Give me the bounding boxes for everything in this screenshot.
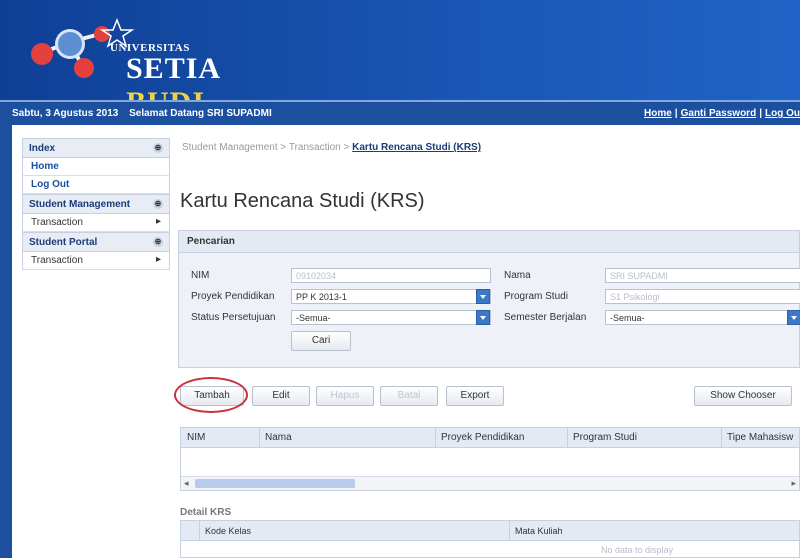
column-divider <box>567 428 568 448</box>
sidebar-section-title: Index <box>29 143 56 154</box>
chevron-right-icon: ▸ <box>155 216 161 227</box>
semester-label: Semester Berjalan <box>504 312 587 323</box>
breadcrumb-separator: > <box>343 142 350 153</box>
sidebar-item-home[interactable]: Home <box>22 158 170 176</box>
logout-link[interactable]: Log Ou <box>765 108 800 119</box>
column-header-proyek[interactable]: Proyek Pendidikan <box>441 432 524 443</box>
table-header: NIM Nama Proyek Pendidikan Program Studi… <box>181 428 799 448</box>
column-header-tipe[interactable]: Tipe Mahasisw <box>727 432 793 443</box>
dropdown-arrow-icon[interactable] <box>787 310 800 325</box>
app-header: UNIVERSITAS SETIA BUDI <box>0 0 800 119</box>
logo-brand-setia: SETIA <box>126 52 220 85</box>
sidebar-section-title: Student Portal <box>29 237 98 248</box>
breadcrumb-transaction[interactable]: Transaction <box>289 142 341 153</box>
proyek-label: Proyek Pendidikan <box>191 291 275 302</box>
column-header-program[interactable]: Program Studi <box>573 432 637 443</box>
sidebar-item-label: Transaction <box>31 217 83 228</box>
empty-message: No data to display <box>601 545 674 555</box>
program-label: Program Studi <box>504 291 568 302</box>
breadcrumb-student-management[interactable]: Student Management <box>182 142 278 153</box>
program-select[interactable]: S1 Psikologi <box>605 289 800 304</box>
column-divider <box>199 521 200 541</box>
detail-krs-title: Detail KRS <box>180 507 232 518</box>
sidebar-item-label: Transaction <box>31 255 83 266</box>
search-panel: Pencarian NIM 09102034 Nama SRI SUPADMI … <box>178 230 800 368</box>
column-header-nim[interactable]: NIM <box>187 432 205 443</box>
sidebar-item-logout[interactable]: Log Out <box>22 176 170 194</box>
sidebar-section-title: Student Management <box>29 199 131 210</box>
collapse-icon[interactable]: ⊕ <box>153 237 163 247</box>
university-logo[interactable]: UNIVERSITAS SETIA BUDI <box>22 14 282 119</box>
detail-krs-table: Kode Kelas Mata Kuliah No data to displa… <box>180 520 800 558</box>
edit-button[interactable]: Edit <box>252 386 310 406</box>
nama-field[interactable]: SRI SUPADMI <box>605 268 800 283</box>
detail-table-header: Kode Kelas Mata Kuliah <box>181 521 799 541</box>
breadcrumb-current[interactable]: Kartu Rencana Studi (KRS) <box>352 142 481 153</box>
sidebar: Index ⊕ Home Log Out Student Management … <box>22 138 170 270</box>
top-info-bar: Sabtu, 3 Agustus 2013 Selamat Datang SRI… <box>0 100 800 125</box>
delete-button[interactable]: Hapus <box>316 386 374 406</box>
dropdown-arrow-icon[interactable] <box>476 310 490 325</box>
scroll-thumb[interactable] <box>195 479 355 488</box>
cancel-button[interactable]: Batal <box>380 386 438 406</box>
left-border <box>0 125 12 558</box>
collapse-icon[interactable]: ⊕ <box>153 199 163 209</box>
export-button[interactable]: Export <box>446 386 504 406</box>
highlight-circle <box>174 377 248 413</box>
proyek-select[interactable]: PP K 2013-1 <box>291 289 491 304</box>
sidebar-section-student-portal[interactable]: Student Portal ⊕ <box>22 232 170 252</box>
dropdown-arrow-icon[interactable] <box>476 289 490 304</box>
status-select[interactable]: -Semua- <box>291 310 491 325</box>
breadcrumb-separator: > <box>280 142 287 153</box>
semester-value: -Semua- <box>610 313 645 323</box>
column-header-kode-kelas[interactable]: Kode Kelas <box>205 526 251 536</box>
search-button[interactable]: Cari <box>291 331 351 351</box>
krs-table: NIM Nama Proyek Pendidikan Program Studi… <box>180 427 800 491</box>
program-value: S1 Psikologi <box>610 292 660 302</box>
sidebar-section-student-management[interactable]: Student Management ⊕ <box>22 194 170 214</box>
horizontal-scrollbar[interactable]: ◂ ▸ <box>181 476 799 490</box>
page-title: Kartu Rencana Studi (KRS) <box>180 190 425 212</box>
search-panel-title: Pencarian <box>179 231 799 253</box>
column-header-mata-kuliah[interactable]: Mata Kuliah <box>515 526 563 536</box>
nama-label: Nama <box>504 270 531 281</box>
nim-field[interactable]: 09102034 <box>291 268 491 283</box>
proyek-value: PP K 2013-1 <box>296 292 347 302</box>
column-divider <box>259 428 260 448</box>
collapse-icon[interactable]: ⊕ <box>153 143 163 153</box>
sidebar-section-index[interactable]: Index ⊕ <box>22 138 170 158</box>
sidebar-item-transaction[interactable]: Transaction ▸ <box>22 214 170 232</box>
status-value: -Semua- <box>296 313 331 323</box>
home-link[interactable]: Home <box>644 108 672 119</box>
semester-select[interactable]: -Semua- <box>605 310 800 325</box>
breadcrumb: Student Management > Transaction > Kartu… <box>182 142 481 153</box>
column-header-nama[interactable]: Nama <box>265 432 292 443</box>
scroll-left-icon[interactable]: ◂ <box>184 478 189 489</box>
status-label: Status Persetujuan <box>191 312 276 323</box>
chevron-right-icon: ▸ <box>155 254 161 265</box>
scroll-right-icon[interactable]: ▸ <box>791 478 796 489</box>
show-chooser-button[interactable]: Show Chooser <box>694 386 792 406</box>
column-divider <box>435 428 436 448</box>
current-date: Sabtu, 3 Agustus 2013 <box>12 108 119 119</box>
nim-label: NIM <box>191 270 210 281</box>
column-divider <box>721 428 722 448</box>
change-password-link[interactable]: Ganti Password <box>681 108 757 119</box>
welcome-text: Selamat Datang SRI SUPADMI <box>129 108 272 119</box>
sidebar-item-transaction-portal[interactable]: Transaction ▸ <box>22 252 170 270</box>
column-divider <box>509 521 510 541</box>
